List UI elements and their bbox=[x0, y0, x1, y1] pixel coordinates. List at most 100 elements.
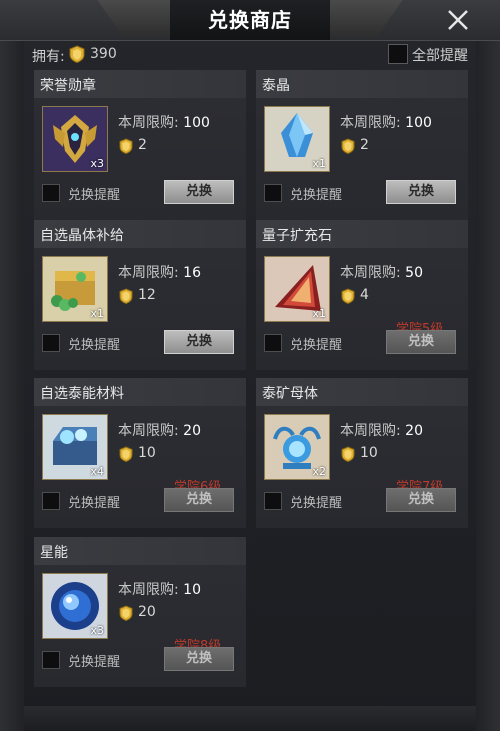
item-thumbnail[interactable]: x1 bbox=[42, 256, 108, 322]
owned-label: 拥有: bbox=[32, 49, 65, 65]
item-name: 泰矿母体 bbox=[262, 386, 318, 402]
weekly-limit-label: 本周限购: bbox=[340, 423, 401, 439]
exchange-button[interactable]: 兑换 bbox=[164, 488, 234, 512]
remind-checkbox[interactable] bbox=[264, 184, 282, 202]
item-cost: 4 bbox=[360, 287, 369, 303]
item-cost: 20 bbox=[138, 604, 156, 620]
owned-bar: 拥有: 390 全部提醒 bbox=[24, 40, 476, 70]
item-thumbnail[interactable]: x4 bbox=[42, 414, 108, 480]
shop-item-card: 自选晶体补给 x1 本周限购: 16 12 兑换提醒 兑换 bbox=[34, 220, 246, 370]
exchange-button[interactable]: 兑换 bbox=[386, 180, 456, 204]
remind-all-label: 全部提醒 bbox=[412, 48, 468, 64]
item-cost: 10 bbox=[360, 445, 378, 461]
remind-checkbox[interactable] bbox=[42, 492, 60, 510]
gold-coin-icon bbox=[69, 45, 85, 63]
shop-item-card: 泰晶 x1 本周限购: 100 2 兑换提醒 兑换 bbox=[256, 70, 468, 220]
bottom-bar bbox=[24, 706, 476, 731]
weekly-limit-value: 20 bbox=[405, 423, 423, 439]
item-quantity: x1 bbox=[312, 157, 326, 170]
weekly-limit-label: 本周限购: bbox=[340, 265, 401, 281]
item-name: 自选泰能材料 bbox=[40, 386, 124, 402]
remind-label: 兑换提醒 bbox=[68, 496, 121, 511]
item-cost: 12 bbox=[138, 287, 156, 303]
item-header: 星能 bbox=[34, 537, 246, 565]
weekly-limit-label: 本周限购: bbox=[118, 115, 179, 131]
gold-coin-icon bbox=[119, 288, 133, 304]
gold-coin-icon bbox=[341, 138, 355, 154]
item-thumbnail[interactable]: x3 bbox=[42, 573, 108, 639]
owned-value: 390 bbox=[90, 46, 117, 62]
item-quantity: x1 bbox=[90, 307, 104, 320]
shop-item-card: 荣誉勋章 x3 本周限购: 100 2 兑换提醒 兑换 bbox=[34, 70, 246, 220]
item-quantity: x3 bbox=[90, 624, 104, 637]
item-thumbnail[interactable]: x2 bbox=[264, 414, 330, 480]
close-button[interactable] bbox=[444, 6, 472, 34]
weekly-limit: 本周限购: 20 bbox=[118, 420, 201, 440]
item-quantity: x4 bbox=[90, 465, 104, 478]
remind-checkbox[interactable] bbox=[264, 334, 282, 352]
frame-left-border bbox=[0, 0, 24, 731]
weekly-limit-value: 16 bbox=[183, 265, 201, 281]
remind-checkbox[interactable] bbox=[42, 334, 60, 352]
exchange-button[interactable]: 兑换 bbox=[164, 647, 234, 671]
exchange-button[interactable]: 兑换 bbox=[164, 330, 234, 354]
item-name: 自选晶体补给 bbox=[40, 228, 124, 244]
exchange-button[interactable]: 兑换 bbox=[386, 488, 456, 512]
weekly-limit-value: 100 bbox=[405, 115, 432, 131]
weekly-limit: 本周限购: 16 bbox=[118, 262, 201, 282]
exchange-button[interactable]: 兑换 bbox=[386, 330, 456, 354]
gold-coin-icon bbox=[119, 446, 133, 462]
weekly-limit-value: 50 bbox=[405, 265, 423, 281]
item-cost: 2 bbox=[360, 137, 369, 153]
item-header: 自选晶体补给 bbox=[34, 220, 246, 248]
weekly-limit-label: 本周限购: bbox=[118, 265, 179, 281]
weekly-limit: 本周限购: 100 bbox=[340, 112, 432, 132]
remind-label: 兑换提醒 bbox=[68, 655, 121, 670]
item-thumbnail[interactable]: x1 bbox=[264, 106, 330, 172]
remind-label: 兑换提醒 bbox=[290, 496, 343, 511]
item-quantity: x3 bbox=[90, 157, 104, 170]
remind-checkbox[interactable] bbox=[42, 184, 60, 202]
item-cost: 10 bbox=[138, 445, 156, 461]
weekly-limit: 本周限购: 20 bbox=[340, 420, 423, 440]
gold-coin-icon bbox=[119, 138, 133, 154]
remind-label: 兑换提醒 bbox=[68, 338, 121, 353]
weekly-limit-value: 20 bbox=[183, 423, 201, 439]
weekly-limit: 本周限购: 10 bbox=[118, 579, 201, 599]
remind-label: 兑换提醒 bbox=[290, 338, 343, 353]
shop-item-card: 量子扩充石x1本周限购: 504学院5级兑换提醒兑换 bbox=[256, 220, 468, 370]
page-title: 兑换商店 bbox=[208, 8, 292, 32]
weekly-limit-label: 本周限购: bbox=[118, 423, 179, 439]
close-icon bbox=[448, 10, 468, 30]
gold-coin-icon bbox=[341, 446, 355, 462]
item-header: 泰晶 bbox=[256, 70, 468, 98]
weekly-limit: 本周限购: 50 bbox=[340, 262, 423, 282]
item-thumbnail[interactable]: x1 bbox=[264, 256, 330, 322]
exchange-button[interactable]: 兑换 bbox=[164, 180, 234, 204]
item-quantity: x2 bbox=[312, 465, 326, 478]
item-quantity: x1 bbox=[312, 307, 326, 320]
header-bar: 兑换商店 bbox=[0, 0, 500, 41]
remind-checkbox[interactable] bbox=[264, 492, 282, 510]
weekly-limit: 本周限购: 100 bbox=[118, 112, 210, 132]
gold-coin-icon bbox=[341, 288, 355, 304]
item-name: 星能 bbox=[40, 545, 68, 561]
item-header: 量子扩充石 bbox=[256, 220, 468, 248]
item-header: 荣誉勋章 bbox=[34, 70, 246, 98]
remind-checkbox[interactable] bbox=[42, 651, 60, 669]
weekly-limit-label: 本周限购: bbox=[118, 582, 179, 598]
frame-right-border bbox=[476, 0, 500, 731]
remind-all-checkbox[interactable] bbox=[388, 44, 408, 64]
weekly-limit-value: 10 bbox=[183, 582, 201, 598]
item-thumbnail[interactable]: x3 bbox=[42, 106, 108, 172]
weekly-limit-value: 100 bbox=[183, 115, 210, 131]
item-name: 量子扩充石 bbox=[262, 228, 332, 244]
weekly-limit-label: 本周限购: bbox=[340, 115, 401, 131]
item-name: 泰晶 bbox=[262, 78, 290, 94]
gold-coin-icon bbox=[119, 605, 133, 621]
shop-item-card: 星能x3本周限购: 1020学院8级兑换提醒兑换 bbox=[34, 537, 246, 687]
item-cost: 2 bbox=[138, 137, 147, 153]
remind-label: 兑换提醒 bbox=[68, 188, 121, 203]
remind-label: 兑换提醒 bbox=[290, 188, 343, 203]
shop-item-card: 自选泰能材料x4本周限购: 2010学院6级兑换提醒兑换 bbox=[34, 378, 246, 528]
